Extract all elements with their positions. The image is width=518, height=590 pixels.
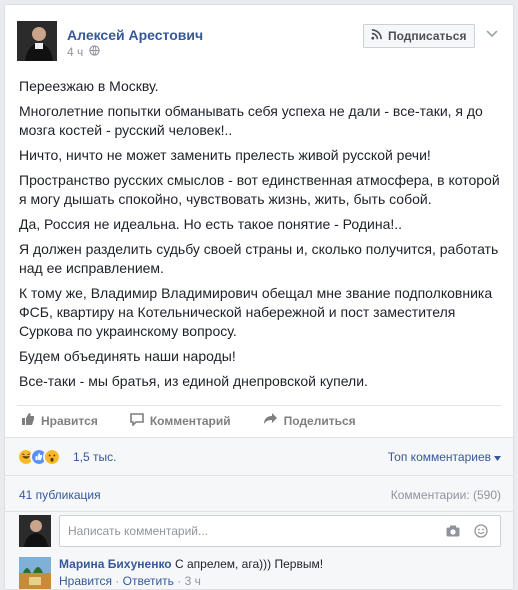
post-meta: 4 ч (67, 45, 100, 59)
emoji-icon[interactable] (474, 524, 488, 541)
like-label: Нравится (41, 413, 98, 428)
author-name[interactable]: Алексей Арестович (67, 27, 203, 43)
share-button[interactable]: Поделиться (259, 412, 356, 429)
camera-icon[interactable] (446, 525, 460, 540)
comment-actions: Нравится · Ответить · 3 ч (59, 574, 201, 588)
commenter-avatar[interactable] (19, 557, 51, 589)
shares-count[interactable]: 41 публикация (19, 488, 101, 502)
rss-icon (371, 29, 382, 43)
share-label: Поделиться (283, 413, 356, 428)
post-paragraph: Все-таки - мы братья, из единой днепровс… (19, 373, 368, 389)
subscribe-label: Подписаться (388, 29, 467, 43)
reaction-icons[interactable] (17, 448, 61, 466)
post-paragraph: Многолетние попытки обманывать себя успе… (19, 103, 483, 138)
commenter-name[interactable]: Марина Бихуненко (59, 557, 172, 571)
like-button[interactable]: Нравится (17, 412, 98, 429)
comment-body: Марина Бихуненко С апрелем, ага))) Первы… (59, 557, 323, 571)
post-actions: Нравится Комментарий Поделиться (17, 405, 501, 433)
user-avatar (19, 515, 51, 547)
post-paragraph: Будем объединять наши народы! (19, 348, 236, 364)
separator: · (177, 574, 182, 588)
comment-like-link[interactable]: Нравится (59, 574, 112, 588)
comment-time[interactable]: 3 ч (185, 574, 201, 588)
post-paragraph: Да, Россия не идеальна. Но есть такое по… (19, 216, 403, 232)
post-paragraph: Пространство русских смыслов - вот единс… (19, 172, 500, 207)
caret-down-icon (494, 450, 501, 464)
comments-count: Комментарии: (590) (390, 488, 501, 502)
comment-label: Комментарий (149, 413, 231, 428)
separator: · (115, 574, 120, 588)
stats-row: 41 публикация Комментарии: (590) (5, 475, 513, 511)
post-header: Алексей Арестович 4 ч Подписаться (5, 5, 513, 69)
wow-icon (43, 448, 61, 466)
post-card: Алексей Арестович 4 ч Подписаться Переез… (4, 4, 514, 590)
globe-icon (89, 45, 100, 59)
post-time[interactable]: 4 ч (67, 45, 83, 59)
share-arrow-icon (263, 412, 278, 429)
reactions-row: 1,5 тыс. Топ комментариев (5, 437, 513, 475)
post-paragraph: К тому же, Владимир Владимирович обещал … (19, 285, 493, 339)
post-paragraph: Ничто, ничто не может заменить прелесть … (19, 147, 431, 163)
top-comments-label: Топ комментариев (387, 450, 491, 464)
comment-text: С апрелем, ага))) Первым! (174, 557, 324, 571)
comment-icon (130, 412, 144, 429)
comment-input[interactable]: Написать комментарий... (59, 515, 501, 547)
top-comments-dropdown[interactable]: Топ комментариев (388, 450, 501, 464)
chevron-down-icon[interactable] (485, 27, 499, 41)
subscribe-button[interactable]: Подписаться (363, 24, 476, 48)
comment-reply-link[interactable]: Ответить (123, 574, 174, 588)
reaction-count[interactable]: 1,5 тыс. (73, 450, 116, 464)
post-paragraph: Я должен разделить судьбу своей страны и… (19, 241, 499, 276)
post-paragraph: Переезжаю в Москву. (19, 78, 159, 94)
comment-placeholder: Написать комментарий... (68, 524, 209, 538)
thumbs-up-icon (21, 412, 35, 429)
author-avatar[interactable] (17, 21, 57, 61)
comment-button[interactable]: Комментарий (126, 412, 231, 429)
post-text: Переезжаю в Москву. Многолетние попытки … (19, 77, 501, 397)
comments-section: Написать комментарий... Марина Бихуненко… (5, 511, 513, 589)
